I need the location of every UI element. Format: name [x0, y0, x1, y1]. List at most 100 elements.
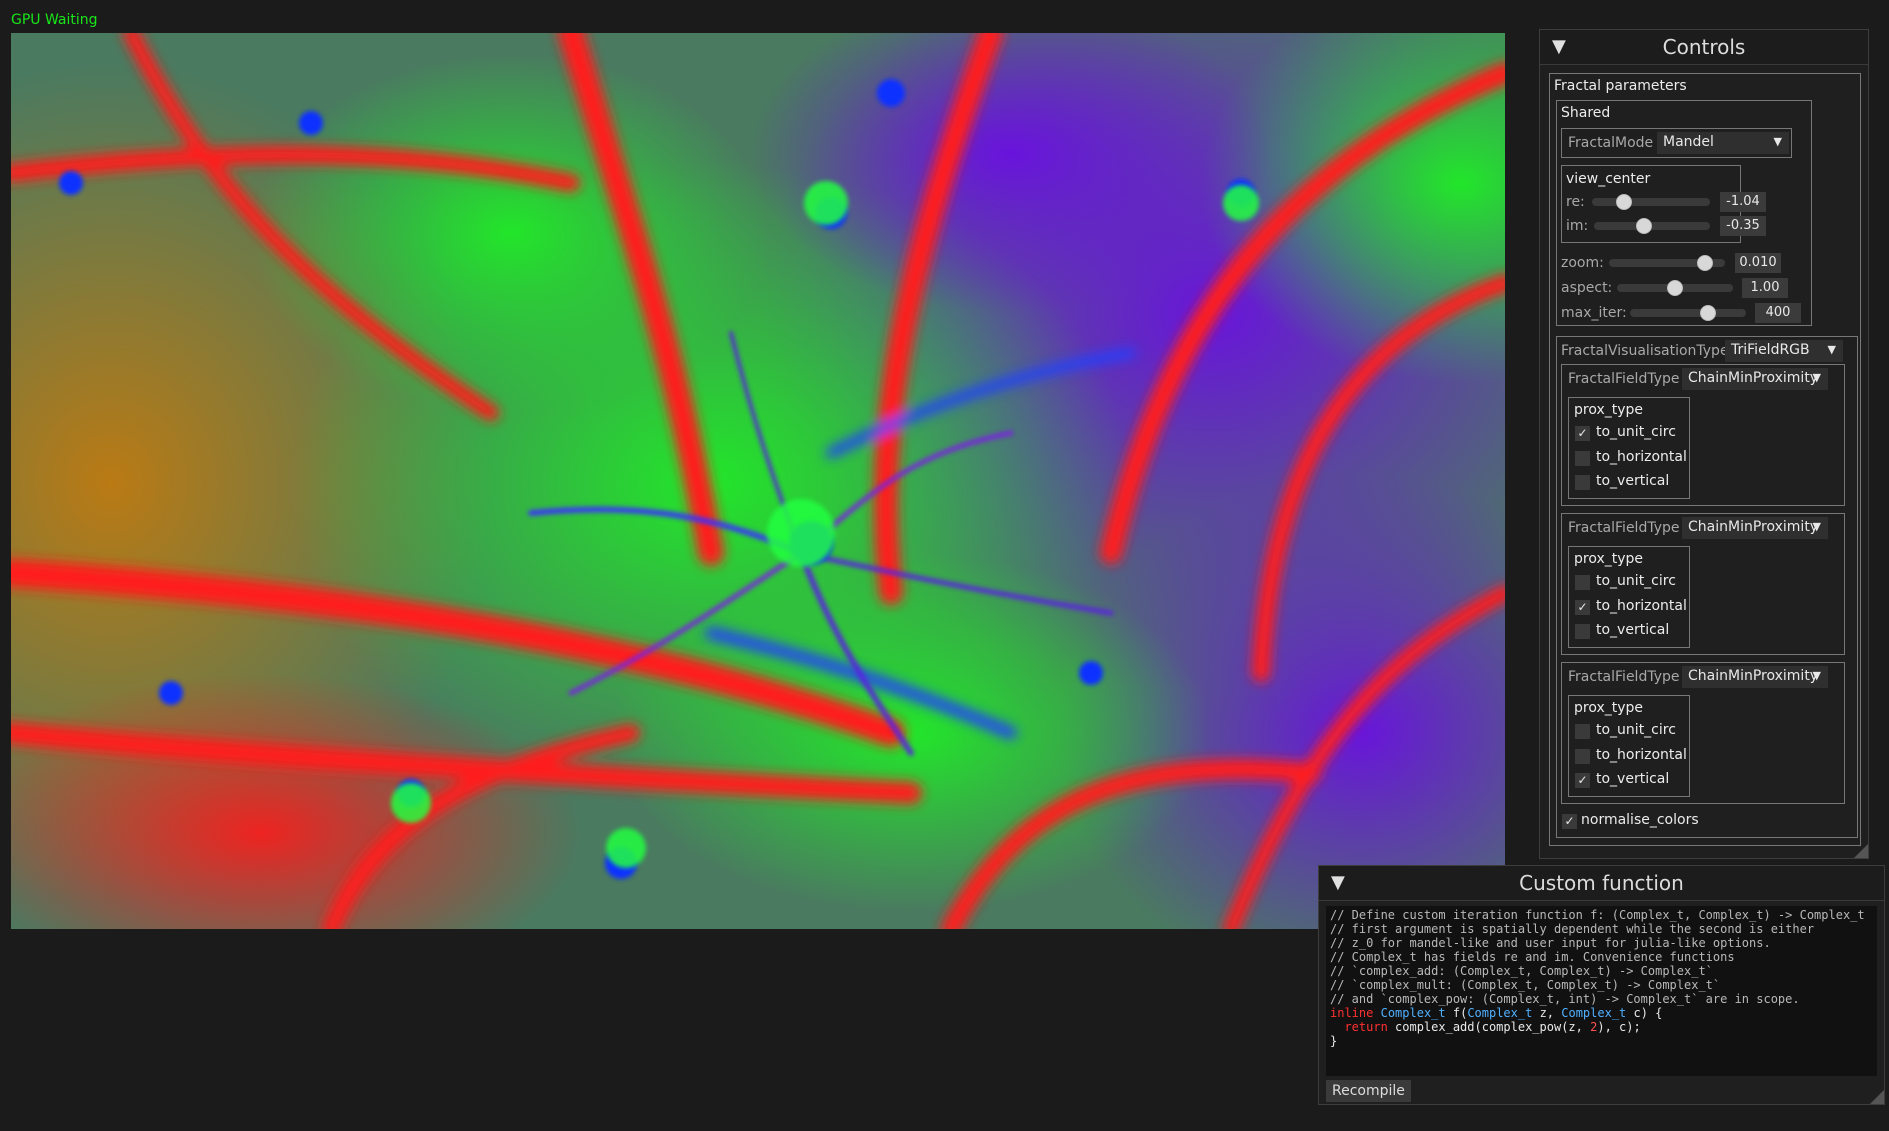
aspect-value[interactable]: 1.00	[1742, 278, 1788, 298]
code-comment-line: // Define custom iteration function f: (…	[1330, 908, 1865, 922]
to-vertical-label: to_vertical	[1596, 622, 1670, 638]
field-type-dropdown[interactable]: ChainMinProximity ▼	[1682, 368, 1828, 390]
code-comment-line: // and `complex_pow: (Complex_t, int) ->…	[1330, 992, 1800, 1006]
re-value[interactable]: -1.04	[1720, 192, 1766, 212]
max-iter-label: max_iter:	[1561, 305, 1627, 321]
field-type-label: FractalFieldType	[1568, 520, 1680, 536]
re-label: re:	[1566, 194, 1585, 210]
to-vertical-checkbox[interactable]	[1575, 624, 1590, 639]
shared-group: Shared FractalMode Mandel ▼ view_center …	[1556, 100, 1812, 326]
zoom-label: zoom:	[1561, 255, 1604, 271]
to-vertical-checkbox[interactable]: ✓	[1575, 773, 1590, 788]
normalise-colors-label: normalise_colors	[1581, 812, 1699, 828]
im-slider-knob[interactable]	[1636, 218, 1652, 234]
zoom-slider-knob[interactable]	[1697, 255, 1713, 271]
fractal-mode-row: FractalMode Mandel ▼	[1561, 128, 1792, 158]
field-type-dropdown[interactable]: ChainMinProximity ▼	[1682, 517, 1828, 539]
im-value[interactable]: -0.35	[1720, 216, 1766, 236]
chevron-down-icon: ▼	[1812, 371, 1821, 384]
fractal-parameters-group: Fractal parameters Shared FractalMode Ma…	[1549, 73, 1861, 846]
fractal-image	[11, 33, 1505, 929]
aspect-slider[interactable]	[1617, 280, 1733, 296]
code-type: Complex_t	[1467, 1006, 1533, 1020]
fractal-viewport[interactable]	[11, 33, 1505, 929]
code-editor[interactable]: // Define custom iteration function f: (…	[1326, 906, 1877, 1076]
visualisation-type-dropdown[interactable]: TriFieldRGB ▼	[1725, 340, 1843, 362]
max-iter-slider-knob[interactable]	[1700, 305, 1716, 321]
to-unit-circ-checkbox[interactable]	[1575, 575, 1590, 590]
max-iter-value[interactable]: 400	[1755, 303, 1801, 323]
aspect-slider-knob[interactable]	[1667, 280, 1683, 296]
fractal-mode-label: FractalMode	[1568, 135, 1654, 151]
recompile-button[interactable]: Recompile	[1326, 1080, 1411, 1102]
to-horizontal-label: to_horizontal	[1596, 747, 1687, 763]
to-horizontal-checkbox[interactable]	[1575, 749, 1590, 764]
zoom-value[interactable]: 0.010	[1735, 253, 1781, 273]
prox-type-label: prox_type	[1574, 700, 1644, 716]
custom-function-panel: ▼ Custom function // Define custom itera…	[1318, 865, 1885, 1105]
code-comment-line: // Complex_t has fields re and im. Conve…	[1330, 950, 1735, 964]
prox-type-group: prox_type ✓ to_unit_circ to_horizontal t…	[1568, 397, 1690, 499]
code-close-line: }	[1330, 1034, 1338, 1048]
to-unit-circ-label: to_unit_circ	[1596, 722, 1676, 738]
custom-function-title-bar[interactable]: ▼ Custom function	[1319, 866, 1884, 901]
prox-type-label: prox_type	[1574, 551, 1644, 567]
to-unit-circ-label: to_unit_circ	[1596, 573, 1676, 589]
to-unit-circ-checkbox[interactable]	[1575, 724, 1590, 739]
field-group-1: FractalFieldType ChainMinProximity ▼ pro…	[1561, 364, 1845, 506]
shared-label: Shared	[1561, 105, 1611, 121]
controls-title-bar[interactable]: ▼ Controls	[1540, 30, 1868, 65]
to-unit-circ-checkbox[interactable]: ✓	[1575, 426, 1590, 441]
aspect-label: aspect:	[1561, 280, 1613, 296]
normalise-colors-checkbox[interactable]: ✓	[1562, 814, 1577, 829]
controls-panel: ▼ Controls Fractal parameters Shared Fra…	[1539, 29, 1869, 859]
im-slider[interactable]	[1594, 218, 1710, 234]
fractal-parameters-label: Fractal parameters	[1554, 78, 1687, 94]
field-type-label: FractalFieldType	[1568, 371, 1680, 387]
code-body-line: return complex_add(complex_pow(z, 2), c)…	[1330, 1020, 1873, 1034]
code-function-name: f(	[1452, 1006, 1468, 1020]
zoom-slider[interactable]	[1609, 255, 1725, 271]
re-slider-knob[interactable]	[1616, 194, 1632, 210]
code-arg: z,	[1532, 1006, 1562, 1020]
im-label: im:	[1566, 218, 1589, 234]
code-call: complex_add(complex_pow(z,	[1387, 1020, 1591, 1034]
chevron-down-icon: ▼	[1773, 135, 1782, 148]
controls-title: Controls	[1662, 35, 1746, 59]
code-keyword: inline	[1330, 1006, 1374, 1020]
field-type-value: ChainMinProximity	[1688, 370, 1819, 386]
chevron-down-icon: ▼	[1812, 520, 1821, 533]
to-horizontal-label: to_horizontal	[1596, 449, 1687, 465]
to-horizontal-checkbox[interactable]: ✓	[1575, 600, 1590, 615]
custom-function-resize-grip[interactable]	[1870, 1090, 1884, 1104]
visualisation-group: FractalVisualisationType TriFieldRGB ▼ F…	[1556, 336, 1858, 838]
fractal-mode-dropdown[interactable]: Mandel ▼	[1657, 132, 1789, 154]
fractal-mode-value: Mandel	[1663, 134, 1714, 150]
code-keyword: return	[1344, 1020, 1388, 1034]
code-call-end: ), c);	[1597, 1020, 1641, 1034]
visualisation-type-value: TriFieldRGB	[1731, 342, 1810, 358]
visualisation-type-label: FractalVisualisationType	[1561, 343, 1729, 359]
code-arg: c) {	[1626, 1006, 1663, 1020]
re-slider[interactable]	[1592, 194, 1710, 210]
to-vertical-label: to_vertical	[1596, 473, 1670, 489]
max-iter-slider[interactable]	[1630, 305, 1746, 321]
controls-resize-grip[interactable]	[1854, 844, 1868, 858]
prox-type-group: prox_type to_unit_circ to_horizontal ✓ t…	[1568, 695, 1690, 797]
view-center-group: view_center re: -1.04 im: -0.35	[1561, 165, 1766, 243]
to-unit-circ-label: to_unit_circ	[1596, 424, 1676, 440]
to-horizontal-checkbox[interactable]	[1575, 451, 1590, 466]
prox-type-label: prox_type	[1574, 402, 1644, 418]
to-vertical-checkbox[interactable]	[1575, 475, 1590, 490]
chevron-down-icon: ▼	[1827, 343, 1836, 356]
gpu-status-text: GPU Waiting	[11, 12, 98, 28]
code-comment-line: // z_0 for mandel-like and user input fo…	[1330, 936, 1771, 950]
field-type-value: ChainMinProximity	[1688, 668, 1819, 684]
code-comment-line: // `complex_mult: (Complex_t, Complex_t)…	[1330, 978, 1721, 992]
field-type-dropdown[interactable]: ChainMinProximity ▼	[1682, 666, 1828, 688]
code-type: Complex_t	[1561, 1006, 1627, 1020]
to-vertical-label: to_vertical	[1596, 771, 1670, 787]
custom-function-title: Custom function	[1519, 871, 1684, 895]
code-type: Complex_t	[1380, 1006, 1446, 1020]
view-center-label: view_center	[1566, 171, 1651, 187]
